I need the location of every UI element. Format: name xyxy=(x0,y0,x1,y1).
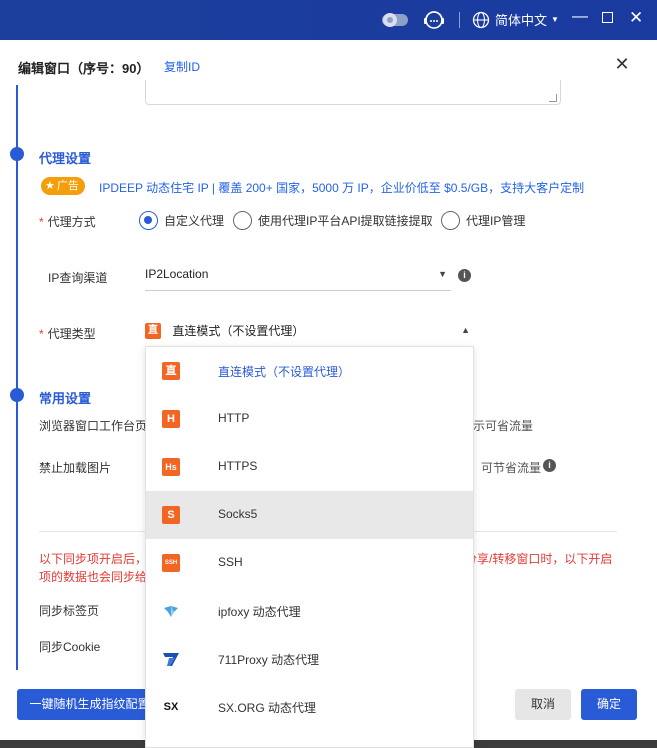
socks5-icon: S xyxy=(162,506,180,524)
chevron-down-icon: ▼ xyxy=(551,15,559,24)
caret-down-icon: ▼ xyxy=(438,269,447,279)
ip-channel-label: IP查询渠道 xyxy=(48,271,108,285)
radio-custom-proxy[interactable]: 自定义代理 xyxy=(139,211,224,230)
711proxy-logo-icon xyxy=(162,650,180,668)
dropdown-item-https[interactable]: Hs HTTPS xyxy=(146,443,473,491)
globe-icon xyxy=(472,11,490,28)
http-icon: H xyxy=(162,410,180,428)
minimize-button[interactable]: — xyxy=(572,8,588,26)
info-icon[interactable]: i xyxy=(543,459,556,472)
dropdown-item-http[interactable]: H HTTP xyxy=(146,395,473,443)
sync-cookie-label: 同步Cookie xyxy=(39,640,101,654)
random-fingerprint-button[interactable]: 一键随机生成指纹配置 xyxy=(17,689,162,720)
proxy-type-label: * 代理类型 xyxy=(39,325,96,342)
radio-unchecked-icon xyxy=(233,211,252,230)
dropdown-item-sxorg[interactable]: SX SX.ORG 动态代理 xyxy=(146,683,473,731)
radio-api-extract[interactable]: 使用代理IP平台API提取链接提取 xyxy=(233,211,433,230)
dropdown-item-direct[interactable]: 直 直连模式（不设置代理） xyxy=(146,347,473,395)
proxy-type-label-text: 代理类型 xyxy=(47,327,96,341)
ad-link[interactable]: IPDEEP 动态住宅 IP | 覆盖 200+ 国家，5000 万 IP，企业… xyxy=(99,179,584,196)
theme-toggle-icon[interactable] xyxy=(381,11,411,29)
disable-images-label: 禁止加载图片 xyxy=(39,461,112,475)
caret-up-icon: ▲ xyxy=(461,325,470,335)
support-chat-icon[interactable] xyxy=(422,9,446,31)
copy-id-link[interactable]: 复制ID xyxy=(164,58,200,75)
language-label: 简体中文 xyxy=(495,13,548,28)
cancel-button[interactable]: 取消 xyxy=(515,689,571,720)
dropdown-item-ssh[interactable]: SSH SSH xyxy=(146,539,473,587)
resize-handle-icon[interactable] xyxy=(549,94,557,102)
radio-unchecked-icon xyxy=(441,211,460,230)
proxy-type-select[interactable]: 直 直连模式（不设置代理） ▲ xyxy=(145,322,474,347)
proxy-type-dropdown: 直 直连模式（不设置代理） H HTTP Hs HTTPS S Socks5 S… xyxy=(145,346,474,748)
dialog-close-icon[interactable]: ✕ xyxy=(612,54,632,74)
window-close-button[interactable]: ✕ xyxy=(629,8,643,28)
sync-note-left-1: 以下同步项开启后， xyxy=(39,552,148,566)
timeline-line xyxy=(16,160,18,390)
workbench-label: 浏览器窗口工作台页 xyxy=(39,419,148,433)
dropdown-item-label: ipfoxy 动态代理 xyxy=(218,605,301,619)
radio-checked-icon xyxy=(139,211,158,230)
proxy-type-value: 直连模式（不设置代理） xyxy=(172,324,305,338)
ip-channel-value: IP2Location xyxy=(145,267,209,281)
disable-images-hint: 可节省流量 xyxy=(481,461,542,475)
section-title-proxy: 代理设置 xyxy=(39,151,92,166)
dropdown-item-label: HTTPS xyxy=(218,459,258,473)
info-icon[interactable]: i xyxy=(458,269,471,282)
required-mark: * xyxy=(39,215,44,229)
direct-mode-icon: 直 xyxy=(162,362,180,380)
dropdown-item-711proxy[interactable]: 711Proxy 动态代理 xyxy=(146,635,473,683)
dropdown-item-label: Socks5 xyxy=(218,507,258,521)
remark-textarea[interactable] xyxy=(145,80,561,105)
radio-label: 代理IP管理 xyxy=(466,214,526,228)
radio-ip-management[interactable]: 代理IP管理 xyxy=(441,211,525,230)
ad-badge: ★ 广告 xyxy=(41,177,85,195)
dropdown-item-label: 直连模式（不设置代理） xyxy=(218,365,351,379)
timeline-dot-proxy xyxy=(10,147,24,161)
sync-note-left-2: 项的数据也会同步给 xyxy=(39,570,148,584)
proxy-method-label-text: 代理方式 xyxy=(47,215,96,229)
radio-label: 自定义代理 xyxy=(164,214,225,228)
title-bar: 简体中文 ▼ — ✕ xyxy=(0,0,657,40)
dropdown-item-label: 711Proxy 动态代理 xyxy=(218,653,320,667)
timeline-line xyxy=(16,400,18,670)
direct-mode-icon: 直 xyxy=(145,322,161,339)
workbench-hint: 示可省流量 xyxy=(473,419,534,433)
sync-tabs-label: 同步标签页 xyxy=(39,604,100,618)
ad-badge-label: 广告 xyxy=(56,180,79,192)
sync-note-right-1: 分享/转移窗口时，以下开启 xyxy=(465,552,613,566)
section-title-common: 常用设置 xyxy=(39,391,92,406)
maximize-button[interactable] xyxy=(602,12,613,23)
star-icon: ★ xyxy=(45,180,55,192)
dropdown-item-ipfoxy[interactable]: ipfoxy 动态代理 xyxy=(146,587,473,635)
proxy-method-label: * 代理方式 xyxy=(39,213,96,230)
ip-channel-select[interactable]: IP2Location ▼ xyxy=(145,267,451,291)
dropdown-item-socks5[interactable]: S Socks5 xyxy=(146,491,473,539)
dialog-title: 编辑窗口（序号：90） xyxy=(18,61,150,76)
dropdown-item-label: SX.ORG 动态代理 xyxy=(218,701,317,715)
required-mark: * xyxy=(39,327,44,341)
radio-label: 使用代理IP平台API提取链接提取 xyxy=(258,214,433,228)
language-selector[interactable]: 简体中文 ▼ xyxy=(472,10,559,29)
confirm-button[interactable]: 确定 xyxy=(581,689,637,720)
ipfoxy-logo-icon xyxy=(162,602,180,620)
dropdown-item-label: SSH xyxy=(218,555,243,569)
sxorg-logo-icon: SX xyxy=(163,701,179,713)
dropdown-item-label: HTTP xyxy=(218,411,250,425)
ssh-icon: SSH xyxy=(162,554,180,572)
topbar-divider xyxy=(459,12,460,28)
https-icon: Hs xyxy=(162,458,180,476)
